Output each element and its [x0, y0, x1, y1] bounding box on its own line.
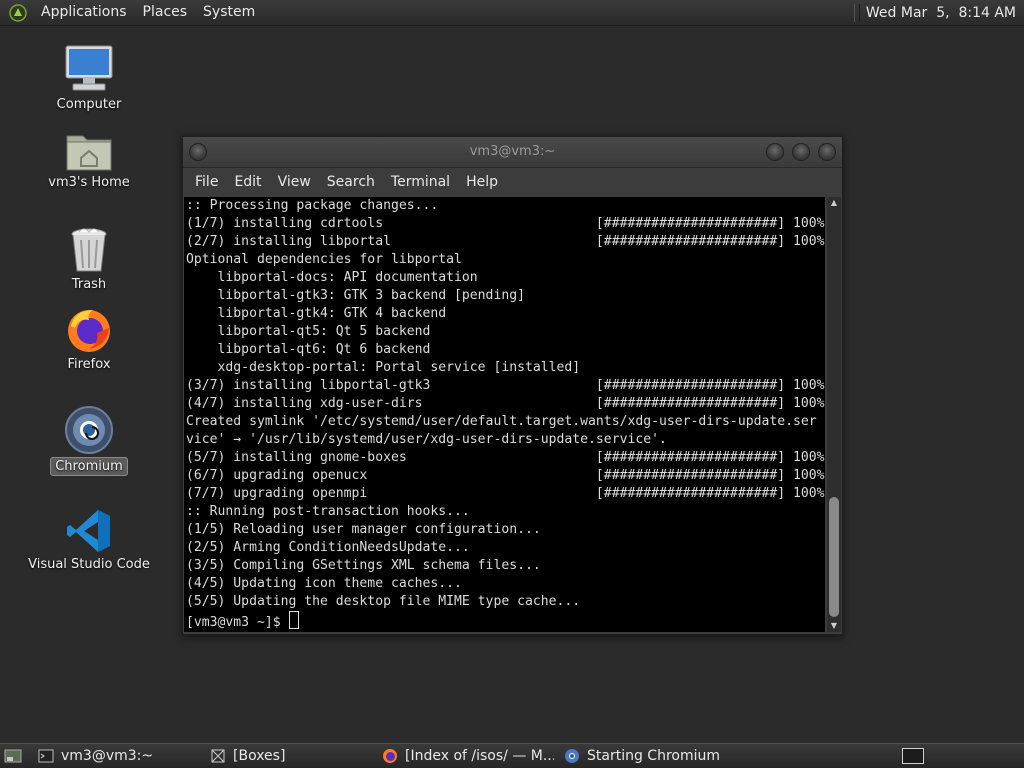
firefox-icon [68, 310, 110, 352]
top-panel: Applications Places System Wed Mar 5, 8:… [0, 0, 1024, 26]
terminal-line: (2/7) installing libportal [############… [186, 234, 825, 249]
desktop-icon-computer[interactable]: Computer [24, 44, 154, 113]
taskbar-item-label: [Index of /isos/ — M... [405, 748, 554, 764]
window-title: vm3@vm3:~ [469, 144, 556, 159]
terminal-output[interactable]: :: Processing package changes...(1/7) in… [184, 197, 825, 632]
terminal-line: libportal-qt6: Qt 6 backend [186, 342, 431, 357]
firefox-icon [383, 749, 397, 763]
terminal-line: (5/7) installing gnome-boxes [##########… [186, 450, 825, 465]
terminal-line: (4/7) installing xdg-user-dirs [########… [186, 396, 825, 411]
window-titlebar[interactable]: vm3@vm3:~ [183, 137, 842, 168]
desktop-icon-label: Trash [71, 277, 107, 292]
menu-edit[interactable]: Edit [226, 174, 269, 190]
terminal-line: (5/5) Updating the desktop file MIME typ… [186, 594, 581, 609]
terminal-line: :: Processing package changes... [186, 198, 439, 213]
desktop-icon-firefox[interactable]: Firefox [24, 306, 154, 373]
desktop-icon-vscode[interactable]: Visual Studio Code [24, 508, 154, 573]
terminal-line: Optional dependencies for libportal [186, 252, 462, 267]
scrollbar-thumb[interactable] [829, 497, 839, 617]
terminal-line: xdg-desktop-portal: Portal service [inst… [186, 360, 581, 375]
scroll-down-icon[interactable]: ▼ [827, 620, 841, 632]
vscode-icon [67, 510, 110, 552]
terminal-line: (1/5) Reloading user manager configurati… [186, 522, 541, 537]
taskbar-item-chromium[interactable]: Starting Chromium [558, 745, 726, 767]
terminal-line: (6/7) upgrading openucx [###############… [186, 468, 825, 483]
terminal-prompt: [vm3@vm3 ~]$ [186, 615, 289, 630]
terminal-line: :: Running post-transaction hooks... [186, 504, 470, 519]
terminal-window[interactable]: vm3@vm3:~ File Edit View Search Terminal… [182, 136, 843, 635]
terminal-cursor [289, 611, 300, 629]
terminal-line: (3/7) installing libportal-gtk3 [#######… [186, 378, 825, 393]
desktop-icon-label: vm3's Home [48, 175, 130, 190]
workspace-switcher[interactable] [902, 748, 924, 764]
terminal-line: libportal-qt5: Qt 5 backend [186, 324, 431, 339]
terminal-line: (1/7) installing cdrtools [#############… [186, 216, 825, 231]
scroll-up-icon[interactable]: ▲ [827, 197, 841, 209]
chromium-icon [65, 406, 113, 454]
terminal-menubar: File Edit View Search Terminal Help [183, 168, 842, 196]
desktop-icon-label: Computer [56, 97, 122, 112]
terminal-prompt-line[interactable]: [vm3@vm3 ~]$ [184, 611, 825, 630]
terminal-line: vice' → '/usr/lib/systemd/user/xdg-user-… [186, 432, 667, 447]
distro-logo-icon[interactable] [9, 3, 27, 22]
menu-search[interactable]: Search [319, 174, 383, 190]
clock[interactable]: Wed Mar 5, 8:14 AM [866, 5, 1024, 21]
minimize-button[interactable] [766, 143, 784, 161]
terminal-line: (3/5) Compiling GSettings XML schema fil… [186, 558, 541, 573]
menu-applications[interactable]: Applications [33, 0, 135, 25]
desktop-icon-chromium[interactable]: Chromium [24, 405, 154, 476]
terminal-line: (4/5) Updating icon theme caches... [186, 576, 462, 591]
menu-view[interactable]: View [270, 174, 319, 190]
menu-help[interactable]: Help [458, 174, 506, 190]
terminal-line: Created symlink '/etc/systemd/user/defau… [186, 414, 817, 429]
panel-separator [853, 3, 860, 22]
computer-icon [65, 45, 113, 91]
desktop-icon-label: Chromium [50, 457, 128, 476]
desktop-icon-trash[interactable]: Trash [24, 226, 154, 293]
bottom-panel: vm3@vm3:~ [Boxes] [Index of /isos/ — M..… [0, 743, 1024, 768]
taskbar-item-terminal[interactable]: vm3@vm3:~ [32, 745, 200, 767]
taskbar-item-label: vm3@vm3:~ [61, 748, 154, 764]
boxes-icon [211, 749, 225, 763]
desktop-icon-label: Firefox [67, 357, 111, 372]
terminal-line: (2/5) Arming ConditionNeedsUpdate... [186, 540, 470, 555]
terminal-line: libportal-gtk3: GTK 3 backend [pending] [186, 288, 525, 303]
terminal-scrollbar[interactable]: ▲ ▼ [827, 197, 841, 632]
taskbar-item-label: Starting Chromium [587, 748, 720, 764]
terminal-line: (7/7) upgrading openmpi [###############… [186, 486, 825, 501]
trash-icon [71, 228, 107, 272]
maximize-button[interactable] [792, 143, 810, 161]
close-button[interactable] [818, 143, 836, 161]
home-folder-icon [66, 135, 112, 171]
desktop-icon-label: Visual Studio Code [28, 557, 150, 572]
terminal-line: libportal-docs: API documentation [186, 270, 478, 285]
desktop-icon-home[interactable]: vm3's Home [24, 128, 154, 191]
show-desktop-icon[interactable] [4, 748, 22, 764]
terminal-lines: :: Processing package changes...(1/7) in… [184, 197, 825, 611]
terminal-line: libportal-gtk4: GTK 4 backend [186, 306, 447, 321]
terminal-icon [38, 749, 54, 763]
menu-file[interactable]: File [187, 174, 226, 190]
taskbar-item-label: [Boxes] [233, 748, 286, 764]
menu-places[interactable]: Places [135, 0, 196, 25]
taskbar-item-boxes[interactable]: [Boxes] [204, 745, 372, 767]
menu-system[interactable]: System [195, 0, 263, 25]
menu-terminal[interactable]: Terminal [383, 174, 458, 190]
chromium-icon [565, 749, 579, 763]
taskbar-item-firefox[interactable]: [Index of /isos/ — M... [376, 745, 554, 767]
